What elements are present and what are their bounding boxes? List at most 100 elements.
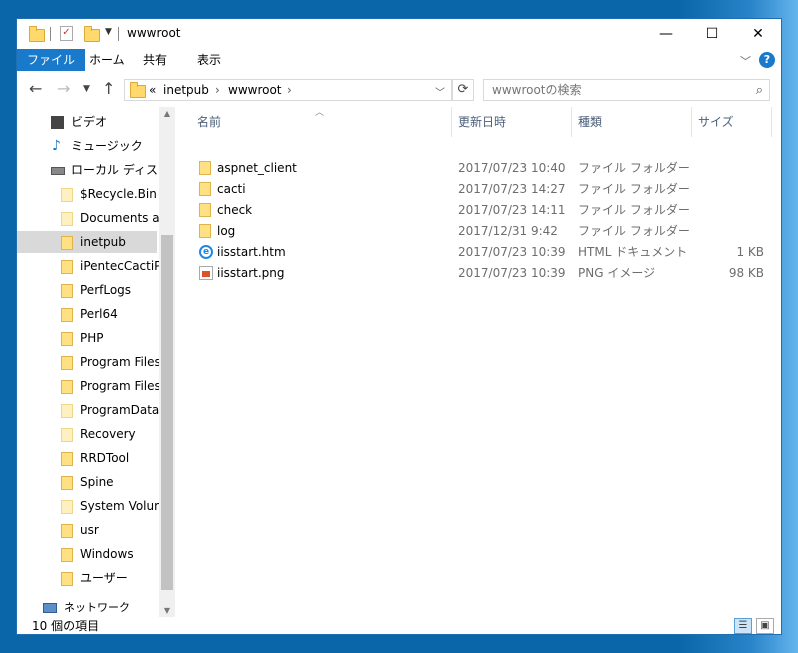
nav-item-label: PHP <box>80 331 104 345</box>
file-name: aspnet_client <box>217 161 297 175</box>
breadcrumb-wwwroot[interactable]: wwwroot <box>228 83 282 97</box>
nav-item-programdata[interactable]: ProgramData <box>17 399 159 421</box>
nav-item-usr[interactable]: usr <box>17 519 157 541</box>
column-header-size[interactable]: サイズ <box>698 107 734 137</box>
nav-item-documents-and-settings[interactable]: Documents and <box>17 207 175 229</box>
nav-item-network[interactable]: ネットワーク <box>17 597 157 617</box>
table-row[interactable]: iisstart.png 2017/07/23 10:39 PNG イメージ 9… <box>190 263 780 284</box>
nav-item-inetpub[interactable]: inetpub <box>17 231 157 253</box>
folder-icon <box>61 548 73 562</box>
breadcrumb-separator-icon[interactable]: › <box>287 83 292 97</box>
nav-item-recovery[interactable]: Recovery <box>17 423 157 445</box>
folder-icon <box>61 476 73 490</box>
new-folder-icon[interactable] <box>84 26 100 42</box>
nav-item-users[interactable]: ユーザー <box>17 567 157 589</box>
recent-locations-icon[interactable]: ▼ <box>83 84 90 94</box>
folder-icon <box>61 572 73 586</box>
file-date: 2017/07/23 14:27 <box>458 182 566 196</box>
help-icon[interactable]: ? <box>759 52 775 68</box>
tab-view[interactable]: 表示 <box>187 49 231 71</box>
file-type: HTML ドキュメント <box>578 245 688 259</box>
nav-item-program-files[interactable]: Program Files <box>17 351 161 373</box>
properties-icon[interactable]: ✓ <box>60 26 73 41</box>
address-bar[interactable]: « inetpub › wwwroot › ﹀ <box>124 79 452 101</box>
column-divider[interactable] <box>691 107 692 137</box>
nav-item-label: Program Files <box>80 355 161 369</box>
search-icon[interactable]: ⌕ <box>756 83 763 98</box>
file-type: ファイル フォルダー <box>578 182 690 196</box>
forward-arrow-icon[interactable]: → <box>57 79 70 98</box>
column-header-type[interactable]: 種類 <box>578 107 602 137</box>
nav-item-program-files-x86[interactable]: Program Files ( <box>17 375 169 397</box>
file-size: 1 KB <box>736 245 764 259</box>
folder-icon <box>61 260 73 274</box>
nav-item-label: Perl64 <box>80 307 118 321</box>
scroll-up-icon[interactable]: ▲ <box>159 109 175 118</box>
nav-item-video[interactable]: ビデオ <box>17 111 157 133</box>
html-file-icon: e <box>199 245 213 259</box>
search-input[interactable] <box>492 83 742 97</box>
column-header-name[interactable]: 名前 <box>197 107 221 137</box>
nav-item-php[interactable]: PHP <box>17 327 157 349</box>
nav-item-perl64[interactable]: Perl64 <box>17 303 157 325</box>
column-divider[interactable] <box>451 107 452 137</box>
nav-item-label: $Recycle.Bin <box>80 187 157 201</box>
nav-item-recycle-bin[interactable]: $Recycle.Bin <box>17 183 157 205</box>
folder-icon <box>61 284 73 298</box>
nav-item-ipenteccactipo[interactable]: iPentecCactiPo <box>17 255 168 277</box>
minimize-button[interactable]: — <box>643 19 689 49</box>
tab-file[interactable]: ファイル <box>17 49 86 71</box>
folder-icon <box>61 332 73 346</box>
up-arrow-icon[interactable]: ↑ <box>102 79 115 98</box>
tab-share[interactable]: 共有 <box>133 49 177 71</box>
search-box[interactable]: ⌕ <box>483 79 770 101</box>
drive-icon <box>51 167 65 175</box>
details-view-icon[interactable]: ☰ <box>734 618 752 634</box>
customize-quick-access-icon[interactable]: ▼ <box>105 27 112 37</box>
nav-scrollbar[interactable]: ▲ ▼ <box>159 107 175 617</box>
refresh-button[interactable]: ⟳ <box>452 79 474 101</box>
nav-item-label: PerfLogs <box>80 283 132 297</box>
nav-item-windows[interactable]: Windows <box>17 543 157 565</box>
sort-ascending-icon: ︿ <box>315 108 325 118</box>
breadcrumb-separator-icon[interactable]: › <box>215 83 220 97</box>
expand-ribbon-icon[interactable]: ﹀ <box>740 53 751 69</box>
folder-icon <box>61 380 73 394</box>
close-button[interactable]: ✕ <box>735 19 781 49</box>
title-bar: ✓ ▼ wwwroot — ☐ ✕ <box>17 19 781 49</box>
nav-item-label: ミュージック <box>71 139 143 153</box>
table-row[interactable]: cacti 2017/07/23 14:27 ファイル フォルダー <box>190 179 780 200</box>
scrollbar-thumb[interactable] <box>161 235 173 590</box>
column-divider[interactable] <box>771 107 772 137</box>
folder-icon <box>61 236 73 250</box>
tab-home[interactable]: ホーム <box>79 49 135 71</box>
nav-item-music[interactable]: ♪ ミュージック <box>17 135 157 157</box>
address-dropdown-icon[interactable]: ﹀ <box>435 84 445 99</box>
status-bar: 10 個の項目 ☰ ▣ <box>17 617 781 634</box>
scroll-down-icon[interactable]: ▼ <box>159 606 175 615</box>
folder-icon <box>61 428 73 442</box>
nav-item-rrdtool[interactable]: RRDTool <box>17 447 157 469</box>
back-arrow-icon[interactable]: ← <box>29 79 42 98</box>
nav-item-spine[interactable]: Spine <box>17 471 157 493</box>
file-size: 98 KB <box>728 266 764 280</box>
file-name: cacti <box>217 182 246 196</box>
large-icons-view-icon[interactable]: ▣ <box>756 618 774 634</box>
nav-item-label: RRDTool <box>80 451 130 465</box>
table-row[interactable]: log 2017/12/31 9:42 ファイル フォルダー <box>190 221 780 242</box>
breadcrumb-overflow[interactable]: « <box>149 83 156 97</box>
column-divider[interactable] <box>571 107 572 137</box>
table-row[interactable]: e iisstart.htm 2017/07/23 10:39 HTML ドキュ… <box>190 242 780 263</box>
folder-icon <box>199 161 211 175</box>
window-title: wwwroot <box>127 26 181 40</box>
nav-item-system-volume[interactable]: System Volume <box>17 495 173 517</box>
table-row[interactable]: aspnet_client 2017/07/23 10:40 ファイル フォルダ… <box>190 158 780 179</box>
network-icon <box>43 603 57 613</box>
maximize-button[interactable]: ☐ <box>689 19 735 49</box>
table-row[interactable]: check 2017/07/23 14:11 ファイル フォルダー <box>190 200 780 221</box>
column-header-date[interactable]: 更新日時 <box>458 107 506 137</box>
nav-item-local-disk[interactable]: ローカル ディスク (C <box>17 159 175 181</box>
nav-item-label: Program Files ( <box>80 379 170 393</box>
breadcrumb-inetpub[interactable]: inetpub <box>163 83 209 97</box>
nav-item-perflogs[interactable]: PerfLogs <box>17 279 157 301</box>
